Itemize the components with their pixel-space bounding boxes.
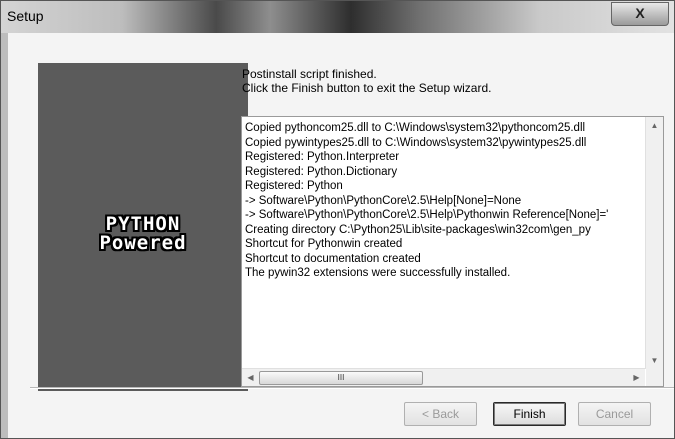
- log-line: -> Software\Python\PythonCore\2.5\Help[N…: [245, 194, 522, 207]
- status-line-2: Click the Finish button to exit the Setu…: [242, 81, 492, 95]
- log-lines: Copied pythoncom25.dll to C:\Windows\sys…: [245, 121, 629, 281]
- status-line-1: Postinstall script finished.: [242, 67, 377, 81]
- setup-window: Setup X PYTHON Powered Postinstall scrip…: [0, 0, 675, 439]
- logo-line-2: Powered: [99, 232, 187, 254]
- back-button[interactable]: < Back: [404, 402, 477, 426]
- log-line: Creating directory C:\Python25\Lib\site-…: [245, 223, 591, 236]
- log-line: Copied pywintypes25.dll to C:\Windows\sy…: [245, 136, 587, 149]
- install-log[interactable]: Copied pythoncom25.dll to C:\Windows\sys…: [241, 116, 664, 387]
- close-icon: X: [635, 5, 645, 21]
- window-frame: [1, 33, 8, 438]
- title-bar[interactable]: Setup X: [1, 1, 674, 33]
- log-line: Shortcut to documentation created: [245, 252, 421, 265]
- status-message: Postinstall script finished. Click the F…: [242, 67, 491, 95]
- log-line: Registered: Python.Dictionary: [245, 165, 398, 178]
- horizontal-scroll-thumb[interactable]: III: [259, 371, 423, 385]
- log-line: -> Software\Python\PythonCore\2.5\Help\P…: [245, 209, 609, 221]
- scrollbar-corner: [646, 369, 663, 386]
- horizontal-scrollbar[interactable]: ◀ III ▶: [242, 368, 645, 386]
- wizard-banner: PYTHON Powered: [38, 63, 248, 391]
- finish-button[interactable]: Finish: [493, 402, 566, 426]
- button-separator: [30, 387, 674, 389]
- log-line: Registered: Python.Interpreter: [245, 151, 400, 163]
- scroll-up-icon[interactable]: ▲: [646, 117, 663, 134]
- log-line: The pywin32 extensions were successfully…: [245, 267, 511, 279]
- scroll-left-icon[interactable]: ◀: [242, 369, 259, 386]
- wizard-body: PYTHON Powered Postinstall script finish…: [8, 33, 674, 438]
- close-button[interactable]: X: [611, 2, 669, 26]
- window-title: Setup: [7, 8, 44, 24]
- log-line: Shortcut for Pythonwin created: [245, 238, 403, 250]
- log-line: Copied pythoncom25.dll to C:\Windows\sys…: [245, 122, 586, 134]
- cancel-button[interactable]: Cancel: [578, 402, 651, 426]
- python-powered-logo: PYTHON Powered: [38, 215, 248, 253]
- scroll-right-icon[interactable]: ▶: [628, 369, 645, 386]
- log-line: Registered: Python: [245, 180, 343, 192]
- scroll-down-icon[interactable]: ▼: [646, 352, 663, 369]
- vertical-scrollbar[interactable]: ▲ ▼: [645, 117, 663, 369]
